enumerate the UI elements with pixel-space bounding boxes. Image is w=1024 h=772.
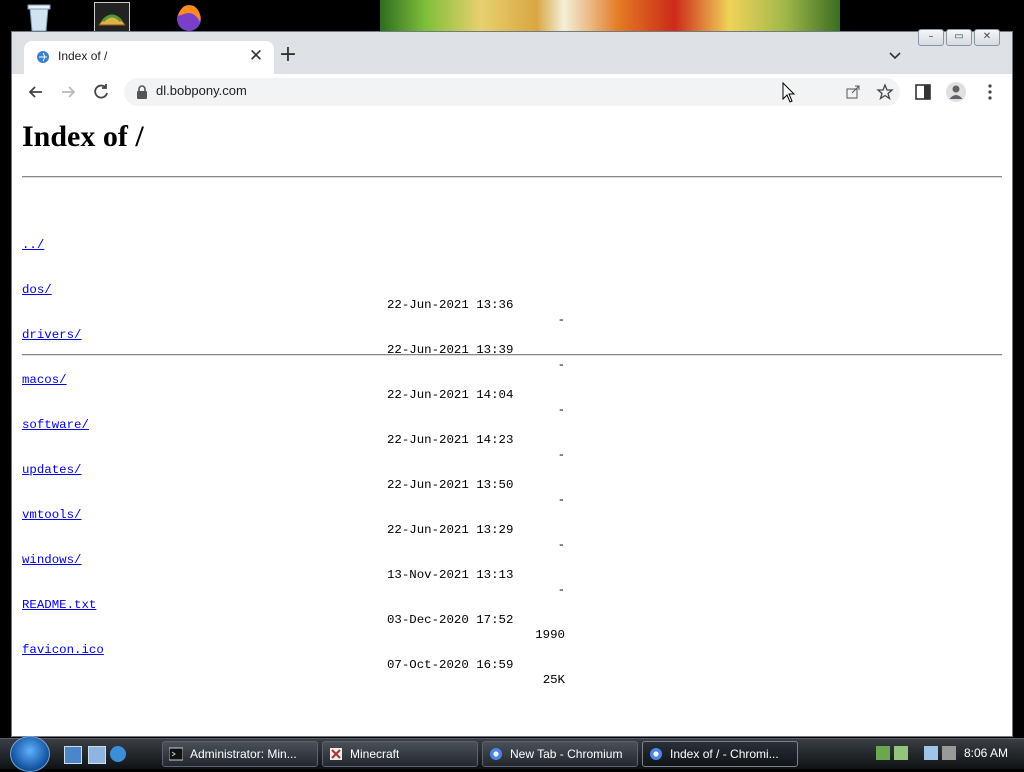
entry-link[interactable]: favicon.ico — [22, 643, 104, 658]
share-icon[interactable] — [844, 83, 862, 101]
close-window-button[interactable]: ✕ — [974, 29, 1000, 46]
network-icon[interactable] — [924, 746, 938, 760]
taskbar-button-console[interactable]: Administrator: Min... — [162, 741, 318, 767]
tab-strip: Index of / ✕ + – ▭ ✕ — [12, 29, 1012, 74]
entry-link[interactable]: drivers/ — [22, 328, 82, 343]
list-item: dos/ 22-Jun-2021 13:36 - — [22, 268, 722, 327]
divider — [22, 354, 1002, 356]
entry-link[interactable]: windows/ — [22, 553, 82, 568]
list-item: software/ 22-Jun-2021 14:23 - — [22, 403, 722, 462]
entry-link[interactable]: dos/ — [22, 283, 52, 298]
firefox-icon[interactable] — [172, 2, 206, 32]
entry-link[interactable]: ../ — [22, 238, 44, 253]
entry-link[interactable]: vmtools/ — [22, 508, 82, 523]
list-item: drivers/ 22-Jun-2021 13:39 - — [22, 313, 722, 372]
side-panel-icon[interactable] — [914, 83, 932, 101]
entry-date: 22-Jun-2021 13:50 — [387, 478, 514, 492]
entry-date: 22-Jun-2021 14:23 — [387, 433, 514, 447]
taskbar-button-minecraft[interactable]: Minecraft — [322, 741, 478, 767]
browser-window: Index of / ✕ + – ▭ ✕ dl.bobpony.com Inde… — [11, 29, 1013, 737]
maximize-button[interactable]: ▭ — [946, 29, 972, 46]
taskbar-button-new-tab[interactable]: New Tab - Chromium — [482, 741, 638, 767]
entry-link[interactable]: software/ — [22, 418, 89, 433]
directory-listing: ../ dos/ 22-Jun-2021 13:36 - drivers/ 22… — [22, 193, 722, 687]
list-item: vmtools/ 22-Jun-2021 13:29 - — [22, 493, 722, 552]
console-icon — [169, 747, 183, 761]
reload-icon[interactable] — [91, 82, 111, 102]
url-text[interactable]: dl.bobpony.com — [156, 83, 247, 98]
tab-index[interactable]: Index of / ✕ — [24, 41, 274, 74]
minecraft-icon — [330, 748, 342, 760]
entry-size: 25K — [542, 673, 565, 687]
taco-icon[interactable] — [94, 2, 130, 34]
browser-toolbar: dl.bobpony.com — [12, 74, 1012, 111]
close-tab-icon[interactable]: ✕ — [246, 46, 266, 66]
tray-app-icon[interactable] — [876, 746, 890, 760]
entry-link[interactable]: README.txt — [22, 598, 96, 613]
list-item: favicon.ico 07-Oct-2020 16:59 25K — [22, 628, 722, 687]
taskbar-button-index[interactable]: Index of / - Chromi... — [642, 741, 798, 767]
list-item: macos/ 22-Jun-2021 14:04 - — [22, 358, 722, 417]
start-button[interactable] — [10, 736, 50, 772]
list-item: README.txt 03-Dec-2020 17:52 1990 — [22, 583, 722, 642]
tray-app-icon[interactable] — [894, 746, 908, 760]
bookmark-star-icon[interactable] — [876, 83, 894, 101]
entry-date: 22-Jun-2021 14:04 — [387, 388, 514, 402]
list-item: ../ — [22, 223, 722, 252]
chromium-icon — [650, 748, 662, 760]
page-content: Index of / ../ dos/ 22-Jun-2021 13:36 - … — [12, 110, 1012, 736]
mouse-pointer-icon — [782, 82, 796, 103]
system-tray: 8:06 AM — [870, 739, 1024, 769]
taskbar: Administrator: Min... Minecraft New Tab … — [0, 736, 1024, 772]
volume-muted-icon[interactable] — [942, 746, 956, 760]
switch-windows-icon[interactable] — [88, 746, 106, 764]
clock[interactable]: 8:06 AM — [964, 746, 1008, 760]
entry-date: 07-Oct-2020 16:59 — [387, 658, 514, 672]
minimize-button[interactable]: – — [918, 29, 944, 46]
lock-icon[interactable] — [136, 85, 148, 99]
page-favicon-icon — [37, 51, 49, 63]
entry-date: 13-Nov-2021 13:13 — [387, 568, 514, 582]
list-item: windows/ 13-Nov-2021 13:13 - — [22, 538, 722, 597]
window-controls: – ▭ ✕ — [918, 29, 1000, 46]
divider — [22, 176, 1002, 178]
tab-title: Index of / — [58, 49, 108, 63]
back-arrow-icon[interactable] — [26, 82, 46, 102]
chromium-icon — [490, 748, 502, 760]
wallpaper-image — [380, 0, 840, 34]
recycle-bin-icon[interactable] — [22, 2, 56, 32]
new-tab-button[interactable]: + — [276, 44, 300, 68]
entry-date: 22-Jun-2021 13:36 — [387, 298, 514, 312]
taskbar-button-label: Minecraft — [350, 747, 400, 761]
tab-search-chevron-down-icon[interactable] — [886, 46, 904, 64]
profile-avatar-icon[interactable] — [946, 82, 966, 102]
entry-link[interactable]: macos/ — [22, 373, 67, 388]
taskbar-button-label: New Tab - Chromium — [510, 747, 623, 761]
kebab-menu-icon[interactable] — [980, 82, 1000, 102]
forward-arrow-icon[interactable] — [58, 82, 78, 102]
entry-date: 22-Jun-2021 13:29 — [387, 523, 514, 537]
page-title: Index of / — [22, 120, 144, 153]
taskbar-button-label: Administrator: Min... — [190, 747, 297, 761]
list-item: updates/ 22-Jun-2021 13:50 - — [22, 448, 722, 507]
entry-date: 03-Dec-2020 17:52 — [387, 613, 514, 627]
internet-explorer-icon[interactable] — [110, 746, 126, 762]
show-desktop-icon[interactable] — [64, 746, 82, 764]
entry-link[interactable]: updates/ — [22, 463, 82, 478]
taskbar-button-label: Index of / - Chromi... — [670, 747, 779, 761]
